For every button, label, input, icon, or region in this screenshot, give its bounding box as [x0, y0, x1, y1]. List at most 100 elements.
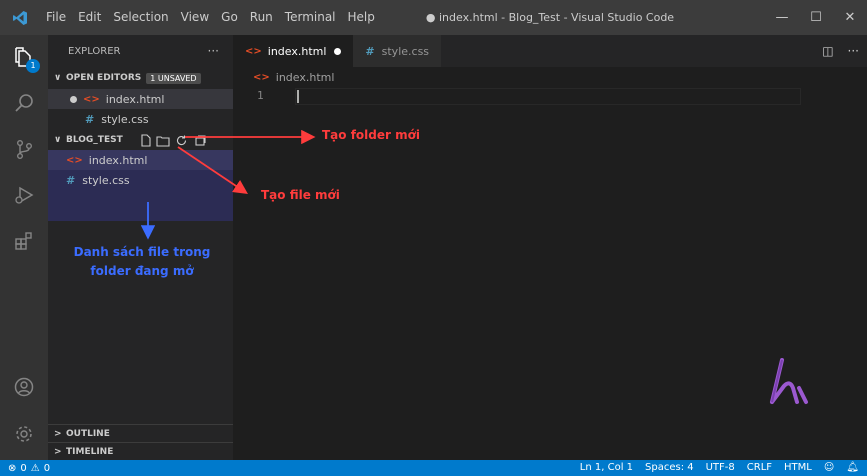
chevron-down-icon: ∨ [54, 73, 62, 83]
menu-go[interactable]: Go [215, 0, 244, 35]
chevron-right-icon: > [54, 428, 62, 439]
css-file-icon: # [365, 44, 375, 58]
more-actions-icon[interactable]: ··· [848, 35, 859, 67]
new-file-icon[interactable] [136, 133, 154, 147]
timeline-label: TIMELINE [66, 446, 114, 457]
source-control-icon [16, 140, 32, 159]
gear-icon [16, 426, 32, 442]
breadcrumb[interactable]: <> index.html [233, 67, 334, 87]
extensions-activity[interactable] [0, 219, 48, 263]
error-icon: ⊗ [8, 462, 17, 474]
folder-actions [136, 129, 208, 151]
menu-selection[interactable]: Selection [107, 0, 174, 35]
open-editor-label: index.html [105, 92, 165, 106]
error-count: 0 [20, 462, 27, 474]
folder-file-tree: <> index.html # style.css [48, 150, 233, 221]
text-cursor [297, 90, 299, 103]
accounts-activity[interactable] [0, 365, 48, 409]
menu-file[interactable]: File [40, 0, 72, 35]
window-controls: — ☐ ✕ [765, 0, 867, 35]
css-file-icon: # [66, 173, 76, 187]
end-of-line[interactable]: CRLF [747, 460, 772, 476]
feedback-icon[interactable]: ☺ [824, 460, 834, 476]
timeline-section[interactable]: > TIMELINE [48, 442, 233, 460]
cursor-position[interactable]: Ln 1, Col 1 [580, 460, 633, 476]
manage-activity[interactable] [0, 412, 48, 456]
chevron-down-icon: ∨ [54, 134, 62, 145]
run-debug-activity[interactable] [0, 173, 48, 217]
tab-style-css[interactable]: # style.css [353, 35, 442, 67]
line-number: 1 [257, 89, 264, 102]
file-tree-item[interactable]: <> index.html [48, 150, 233, 170]
html-file-icon: <> [66, 154, 83, 166]
problems-indicator[interactable]: ⊗ 0 ⚠ 0 [0, 463, 50, 474]
account-icon [14, 377, 34, 397]
chevron-right-icon: > [54, 446, 62, 457]
css-file-icon: # [85, 112, 95, 126]
menu-terminal[interactable]: Terminal [279, 0, 342, 35]
encoding[interactable]: UTF-8 [706, 460, 735, 476]
open-editors-section[interactable]: ∨ OPEN EDITORS 1 UNSAVED [48, 67, 233, 89]
html-file-icon: <> [83, 93, 100, 105]
status-right: Ln 1, Col 1 Spaces: 4 UTF-8 CRLF HTML ☺ … [580, 460, 859, 476]
collapse-all-icon[interactable] [190, 134, 208, 147]
source-control-activity[interactable] [0, 127, 48, 171]
menu-bar: File Edit Selection View Go Run Terminal… [40, 0, 381, 35]
activity-bar: 1 [0, 35, 48, 460]
status-bar: ⊗ 0 ⚠ 0 Ln 1, Col 1 Spaces: 4 UTF-8 CRLF… [0, 460, 867, 476]
explorer-sidebar: EXPLORER ··· ∨ OPEN EDITORS 1 UNSAVED <>… [48, 35, 233, 460]
unsaved-count-badge: 1 [26, 59, 40, 73]
minimize-icon[interactable]: — [765, 0, 799, 35]
menu-run[interactable]: Run [244, 0, 279, 35]
run-debug-icon [15, 186, 34, 204]
warning-count: 0 [43, 462, 51, 474]
window-title: ● index.html - Blog_Test - Visual Studio… [425, 11, 675, 24]
explorer-title: EXPLORER [68, 45, 121, 57]
open-editor-item[interactable]: # style.css [48, 109, 233, 129]
outline-label: OUTLINE [66, 428, 110, 439]
html-file-icon: <> [253, 71, 270, 83]
html-file-icon: <> [245, 45, 262, 57]
menu-view[interactable]: View [175, 0, 215, 35]
current-line-highlight [295, 88, 801, 105]
warning-icon: ⚠ [30, 462, 40, 474]
tab-index-html[interactable]: <> index.html [233, 35, 354, 67]
extensions-icon [15, 232, 32, 250]
h-logo-icon [770, 358, 808, 404]
menu-help[interactable]: Help [342, 0, 381, 35]
language-mode[interactable]: HTML [784, 460, 812, 476]
split-editor-icon[interactable]: ◫ [822, 35, 833, 67]
new-folder-icon[interactable] [154, 134, 172, 147]
breadcrumb-label: index.html [275, 70, 335, 84]
close-icon[interactable]: ✕ [833, 0, 867, 35]
bell-icon[interactable]: 🔔︎ [846, 460, 859, 476]
tab-label: index.html [267, 44, 327, 58]
explorer-header: EXPLORER ··· [48, 35, 233, 67]
refresh-icon[interactable] [172, 134, 190, 147]
tab-label: style.css [381, 44, 430, 58]
unsaved-badge: 1 UNSAVED [146, 72, 201, 84]
open-editors-label: OPEN EDITORS [66, 73, 142, 83]
explorer-activity[interactable]: 1 [0, 35, 48, 79]
open-editor-label: style.css [101, 112, 149, 126]
maximize-icon[interactable]: ☐ [799, 0, 833, 35]
new-file-annotation: Tạo file mới [261, 188, 340, 202]
file-tree-item[interactable]: # style.css [48, 170, 233, 190]
indentation[interactable]: Spaces: 4 [645, 460, 694, 476]
folder-section[interactable]: ∨ BLOG_TEST [48, 129, 233, 150]
unsaved-dot-icon[interactable] [70, 95, 77, 103]
open-editor-item[interactable]: <> index.html [48, 89, 233, 109]
search-activity[interactable] [0, 81, 48, 125]
editor-actions: ◫ ··· [822, 35, 859, 67]
new-folder-annotation: Tạo folder mới [322, 128, 420, 142]
file-list-annotation: Danh sách file trong folder đang mở [73, 245, 211, 278]
file-tree-label: style.css [82, 173, 130, 187]
more-actions-icon[interactable]: ··· [208, 35, 219, 67]
folder-label: BLOG_TEST [66, 134, 123, 145]
dirty-dot-icon[interactable] [334, 47, 342, 55]
editor-tabs: <> index.html # style.css ◫ ··· [233, 35, 867, 67]
title-bar: File Edit Selection View Go Run Terminal… [0, 0, 867, 35]
search-icon [15, 94, 33, 112]
outline-section[interactable]: > OUTLINE [48, 424, 233, 442]
menu-edit[interactable]: Edit [72, 0, 107, 35]
